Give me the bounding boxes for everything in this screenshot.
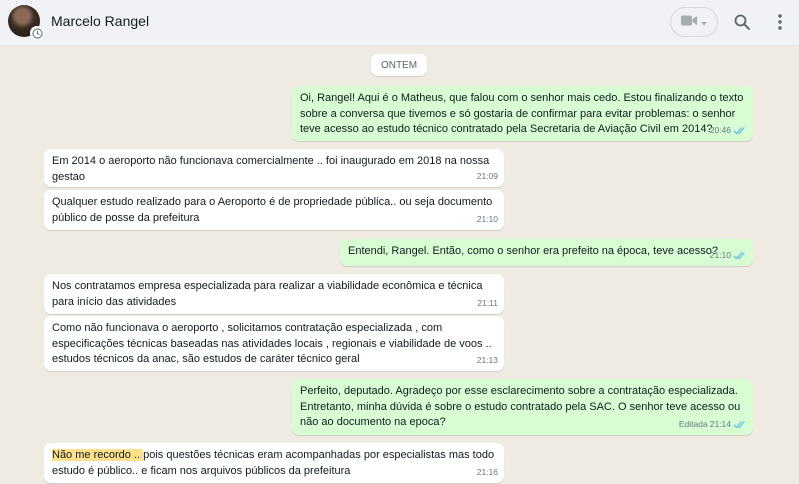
message-meta: 21:16 — [477, 465, 498, 481]
edited-label: Editada — [678, 418, 708, 429]
chat-header: Marcelo Rangel — [0, 0, 799, 46]
incoming-message[interactable]: Como não funcionava o aeroporto , solici… — [44, 316, 504, 371]
message-time: 21:14 — [709, 418, 731, 429]
kebab-menu-icon[interactable] — [770, 12, 790, 32]
double-check-icon — [733, 126, 745, 135]
message-time: 21:10 — [476, 213, 498, 224]
message-meta: 21:10 — [710, 248, 747, 264]
double-check-icon — [733, 420, 745, 429]
video-camera-icon — [681, 13, 697, 31]
incoming-message[interactable]: Nos contratamos empresa especializada pa… — [44, 274, 504, 314]
outgoing-message[interactable]: Perfeito, deputado. Agradeço por esse es… — [292, 379, 753, 435]
message-text: Oi, Rangel! Aqui é o Matheus, que falou … — [300, 92, 744, 135]
double-check-icon — [733, 251, 745, 260]
chevron-down-icon — [701, 13, 707, 31]
message-meta: 20:46 — [710, 123, 747, 139]
incoming-message[interactable]: Qualquer estudo realizado para o Aeropor… — [44, 190, 504, 230]
date-separator: ONTEM — [371, 54, 427, 76]
highlighted-text: Não me recordo .. — [52, 449, 144, 461]
incoming-message[interactable]: Não me recordo .. pois questões técnicas… — [44, 443, 504, 483]
message-meta: 21:09 — [477, 169, 498, 185]
clock-status-icon — [30, 26, 44, 40]
message-meta: Editada 21:14 — [679, 417, 747, 433]
message-text: Nos contratamos empresa especializada pa… — [52, 280, 483, 308]
message-text: Entendi, Rangel. Então, como o senhor er… — [348, 245, 718, 257]
message-time: 21:13 — [476, 354, 498, 365]
message-time: 20:46 — [709, 124, 731, 135]
message-time: 21:10 — [709, 249, 731, 260]
search-icon[interactable] — [732, 12, 752, 32]
message-time: 21:09 — [476, 170, 498, 181]
message-meta: 21:11 — [477, 296, 498, 312]
message-time: 21:11 — [477, 297, 498, 308]
message-text: Qualquer estudo realizado para o Aeropor… — [52, 196, 493, 224]
video-call-button[interactable] — [670, 7, 718, 37]
incoming-message[interactable]: Em 2014 o aeroporto não funcionava comer… — [44, 149, 504, 187]
message-meta: 21:13 — [477, 353, 498, 369]
message-meta: 21:10 — [477, 212, 498, 228]
outgoing-message[interactable]: Entendi, Rangel. Então, como o senhor er… — [340, 239, 753, 266]
message-text: Como não funcionava o aeroporto , solici… — [52, 322, 492, 365]
avatar[interactable] — [8, 5, 44, 40]
outgoing-message[interactable]: Oi, Rangel! Aqui é o Matheus, que falou … — [292, 86, 753, 141]
message-list[interactable]: ONTEM Oi, Rangel! Aqui é o Matheus, que … — [0, 46, 799, 484]
contact-name[interactable]: Marcelo Rangel — [51, 13, 149, 29]
message-text: Não me recordo .. pois questões técnicas… — [52, 448, 496, 479]
message-time: 21:16 — [476, 466, 498, 477]
message-text: Em 2014 o aeroporto não funcionava comer… — [52, 155, 490, 183]
